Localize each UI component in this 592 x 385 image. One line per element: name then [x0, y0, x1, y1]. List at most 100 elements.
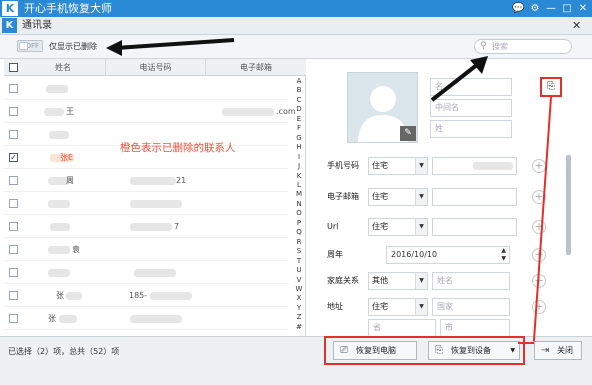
index-letter[interactable]: B — [293, 86, 305, 95]
contact-row[interactable]: 王 .com — [4, 100, 296, 123]
contact-phone: 185- — [129, 291, 148, 300]
index-letter[interactable]: F — [293, 124, 305, 133]
maximize-icon[interactable]: □ — [561, 2, 573, 15]
index-letter[interactable]: S — [293, 247, 305, 256]
date-spinner-icon[interactable]: ▲ ▼ — [501, 247, 506, 263]
window-title: 通讯录 — [22, 20, 52, 31]
select-all-checkbox[interactable] — [9, 63, 18, 72]
row-checkbox[interactable] — [9, 176, 18, 185]
minimize-icon[interactable]: — — [545, 2, 557, 15]
index-letter[interactable]: T — [293, 257, 305, 266]
close-button[interactable]: ⇥ 关闭 — [534, 341, 582, 360]
relation-type-select[interactable]: 其他 ▼ — [368, 272, 428, 290]
gear-icon[interactable]: ⚙ — [529, 2, 541, 15]
url-type-value: 住宅 — [372, 222, 388, 231]
contact-row[interactable]: 周 21 — [4, 169, 288, 192]
contact-row[interactable]: 7 — [4, 215, 288, 238]
field-label-url: Url — [327, 222, 339, 231]
add-url-icon[interactable]: + — [532, 220, 546, 234]
index-letter[interactable]: D — [293, 105, 305, 114]
index-letter[interactable]: Y — [293, 304, 305, 313]
index-letter[interactable]: Z — [293, 313, 305, 322]
anniversary-date-field[interactable]: 2016/10/10 ▲ ▼ — [386, 246, 510, 264]
search-box[interactable]: ⚲ 搜索 — [474, 39, 572, 54]
redacted-name — [44, 108, 64, 116]
middle-name-field[interactable]: 中间名 — [430, 99, 512, 117]
index-letter[interactable]: N — [293, 200, 305, 209]
address-city-field[interactable]: 市 — [440, 319, 510, 336]
email-type-select[interactable]: 住宅 ▼ — [368, 188, 428, 206]
phone-type-select[interactable]: 住宅 ▼ — [368, 157, 428, 175]
index-letter[interactable]: L — [293, 181, 305, 190]
redacted-phone — [130, 223, 172, 231]
column-phone[interactable]: 电话号码 — [106, 59, 206, 76]
row-checkbox[interactable] — [9, 314, 18, 323]
row-checkbox[interactable] — [9, 130, 18, 139]
field-label-relation: 家庭关系 — [327, 276, 359, 285]
index-letter[interactable]: I — [293, 153, 305, 162]
index-letter[interactable]: H — [293, 143, 305, 152]
app-titlebar: K 开心手机恢复大师 💬 ⚙ — □ ✕ — [0, 0, 592, 17]
index-letter[interactable]: V — [293, 276, 305, 285]
row-checkbox[interactable] — [9, 107, 18, 116]
detail-scrollbar[interactable] — [566, 155, 571, 255]
app-title: 开心手机恢复大师 — [24, 2, 112, 15]
row-checkbox[interactable] — [9, 222, 18, 231]
index-letter[interactable]: W — [293, 285, 305, 294]
email-field[interactable] — [432, 188, 517, 206]
phone-device-icon[interactable]: ⎘ — [540, 77, 562, 97]
column-name[interactable]: 姓名 — [21, 59, 106, 76]
contact-row[interactable] — [4, 192, 288, 215]
chevron-down-icon: ▼ — [415, 158, 427, 174]
phone-type-value: 住宅 — [372, 161, 388, 170]
address-type-select[interactable]: 住宅 ▼ — [368, 298, 428, 316]
row-checkbox[interactable] — [9, 268, 18, 277]
index-letter[interactable]: K — [293, 172, 305, 181]
index-letter[interactable]: U — [293, 266, 305, 275]
column-email[interactable]: 电子邮箱 — [206, 59, 306, 76]
contact-row[interactable]: 袁 — [4, 238, 288, 261]
contact-row[interactable] — [4, 261, 288, 284]
contact-row[interactable] — [4, 77, 288, 100]
field-label-phone: 手机号码 — [327, 161, 359, 170]
row-checkbox[interactable] — [9, 245, 18, 254]
relation-name-field[interactable]: 姓名 — [432, 272, 510, 290]
index-letter[interactable]: C — [293, 96, 305, 105]
first-name-field[interactable]: 名 — [430, 78, 512, 96]
index-letter[interactable]: Q — [293, 228, 305, 237]
window-close-icon[interactable]: ✕ — [572, 19, 581, 33]
contact-phone: 21 — [176, 176, 187, 185]
redacted-name — [49, 131, 69, 139]
index-letter[interactable]: O — [293, 209, 305, 218]
row-checkbox[interactable] — [9, 199, 18, 208]
contact-row[interactable]: 张 — [4, 307, 288, 330]
address-country-field[interactable]: 国家 — [432, 298, 510, 316]
url-type-select[interactable]: 住宅 ▼ — [368, 218, 428, 236]
redacted-phone — [130, 200, 182, 208]
chat-icon[interactable]: 💬 — [512, 2, 524, 15]
index-letter[interactable]: E — [293, 115, 305, 124]
close-icon[interactable]: ✕ — [577, 2, 589, 15]
row-checkbox[interactable] — [9, 84, 18, 93]
search-placeholder: 搜索 — [492, 42, 508, 51]
contact-row[interactable]: 张 185- — [4, 284, 288, 307]
index-letter[interactable]: A — [293, 77, 305, 86]
contacts-window-header: K 通讯录 ✕ — [0, 17, 592, 35]
phone-field[interactable] — [432, 157, 517, 175]
index-letter[interactable]: M — [293, 190, 305, 199]
index-letter[interactable]: J — [293, 162, 305, 171]
contact-phone: 7 — [174, 222, 180, 231]
index-letter[interactable]: G — [293, 134, 305, 143]
index-letter[interactable]: P — [293, 219, 305, 228]
row-checkbox-checked[interactable]: ✓ — [9, 153, 18, 162]
address-province-field[interactable]: 省 — [368, 319, 436, 336]
last-name-field[interactable]: 姓 — [430, 120, 512, 138]
index-letter[interactable]: # — [293, 323, 305, 332]
url-field[interactable] — [432, 218, 517, 236]
edit-avatar-pencil-icon[interactable]: ✎ — [400, 126, 416, 141]
row-checkbox[interactable] — [9, 291, 18, 300]
index-letter[interactable]: X — [293, 294, 305, 303]
deleted-only-toggle[interactable]: OFF — [17, 40, 43, 52]
index-letter[interactable]: R — [293, 238, 305, 247]
exit-icon: ⇥ — [541, 345, 550, 356]
